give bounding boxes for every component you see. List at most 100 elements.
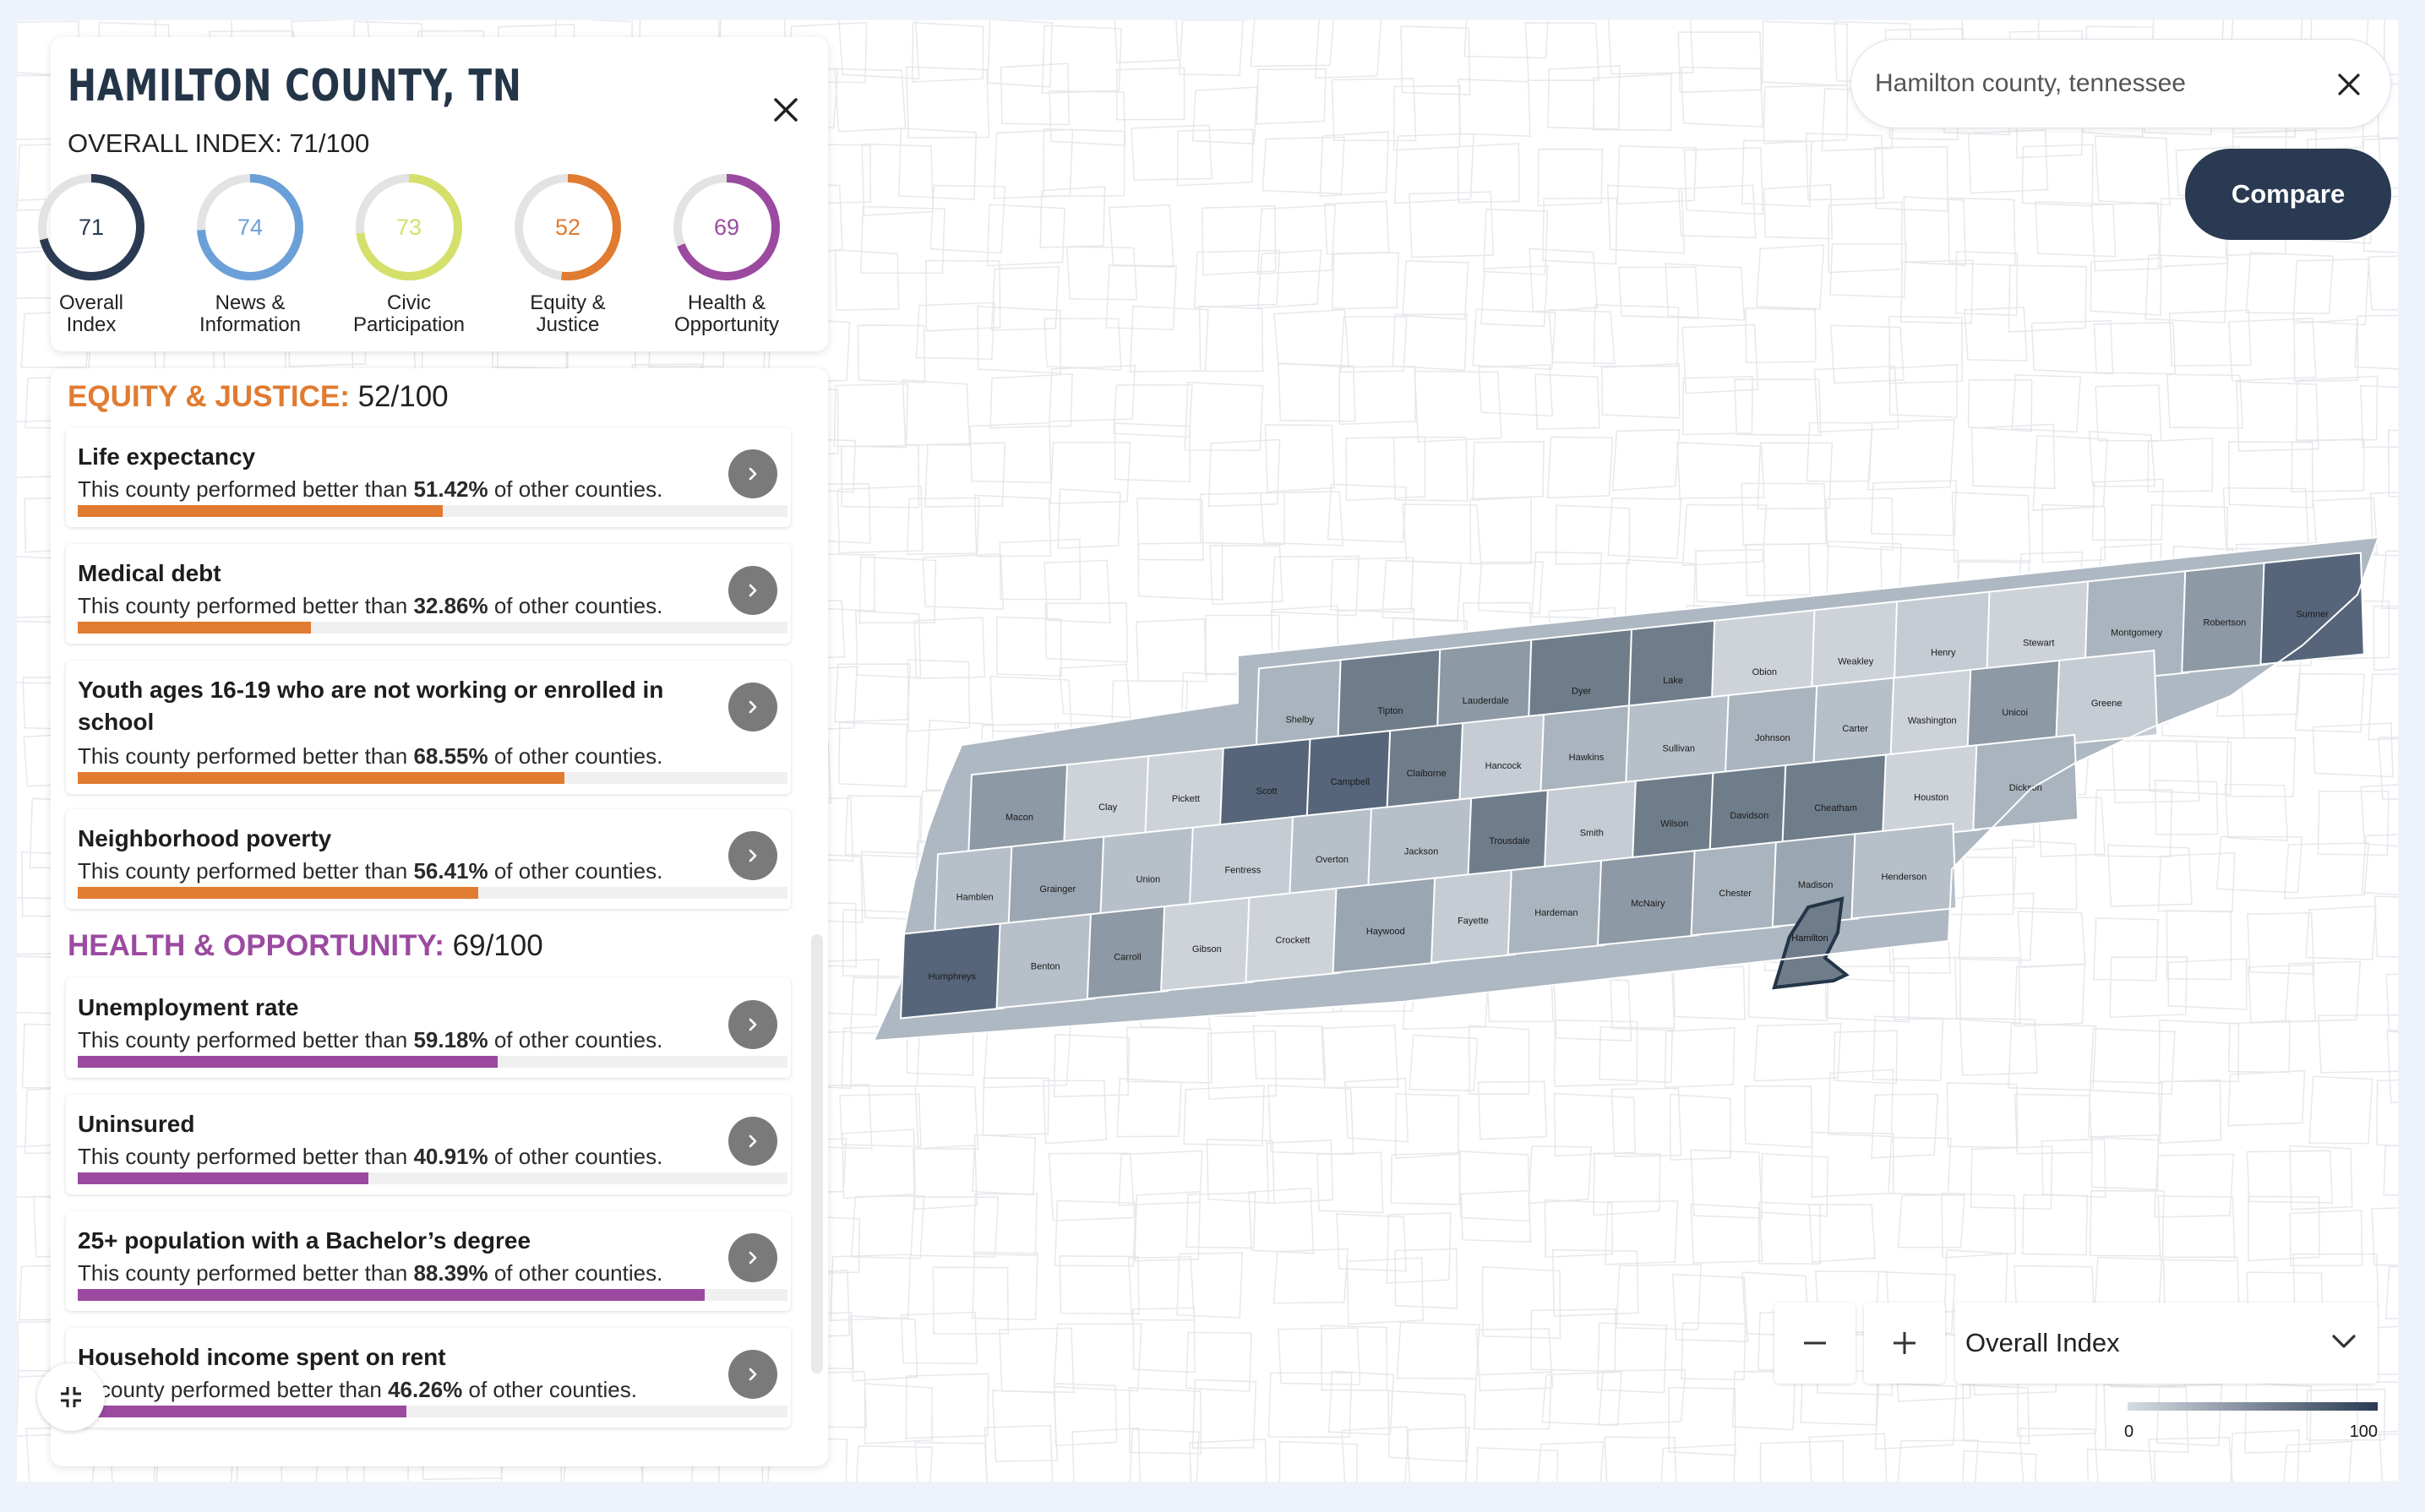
- county-label: Benton: [1031, 962, 1060, 972]
- county-label: Davidson: [1730, 811, 1768, 821]
- gauge-3: 52 Equity & Justice: [488, 172, 648, 336]
- county-label: Tipton: [1377, 706, 1403, 716]
- metric-details-button[interactable]: [728, 566, 777, 615]
- section-heading: HEALTH & OPPORTUNITY: 69/100: [68, 929, 543, 963]
- chevron-right-icon: [749, 1018, 757, 1031]
- chevron-right-icon: [749, 1368, 757, 1381]
- county-shape[interactable]: [2259, 552, 2365, 666]
- metric-details-button[interactable]: [728, 1233, 777, 1282]
- metric-description: is county performed better than 46.26% o…: [78, 1377, 637, 1403]
- metric-card[interactable]: Life expectancy This county performed bet…: [66, 427, 791, 527]
- county-label: Carter: [1842, 724, 1868, 734]
- metric-title: Unemployment rate: [78, 994, 299, 1020]
- gauge-2: 73 Civic Participation: [329, 172, 489, 336]
- map-metric-select[interactable]: Overall Index: [1955, 1303, 2378, 1384]
- metric-bar-track: [78, 505, 787, 517]
- clear-search-button[interactable]: [2324, 60, 2373, 109]
- county-label: Crockett: [1276, 936, 1311, 946]
- chevron-right-icon: [749, 700, 757, 714]
- county-label: Grainger: [1039, 884, 1076, 895]
- metric-desc-prefix: is county performed better than: [78, 1377, 389, 1402]
- metric-details-button[interactable]: [728, 1000, 777, 1049]
- county-label: Robertson: [2203, 617, 2246, 628]
- metric-details-button[interactable]: [728, 449, 777, 498]
- metric-details-button[interactable]: [728, 831, 777, 880]
- metric-desc-suffix: of other counties.: [462, 1377, 637, 1402]
- metric-title: Uninsured: [78, 1111, 195, 1137]
- county-label: Fentress: [1224, 866, 1261, 876]
- county-label: Dyer: [1572, 687, 1592, 697]
- metric-desc-suffix: of other counties.: [488, 1144, 663, 1169]
- county-label: Cheatham: [1814, 803, 1857, 813]
- close-icon: [2338, 73, 2360, 95]
- scrollbar[interactable]: [811, 934, 823, 1373]
- county-label-hamilton: Hamilton: [1791, 933, 1828, 944]
- county-shape[interactable]: [1850, 823, 1958, 920]
- metric-card[interactable]: Household income spent on rent is county …: [66, 1328, 791, 1428]
- legend-gradient: [2128, 1402, 2378, 1411]
- metric-desc-suffix: of other counties.: [488, 1260, 663, 1286]
- section-category: EQUITY & JUSTICE:: [68, 380, 350, 413]
- metric-bar-track: [78, 1056, 787, 1068]
- metric-percent: 51.42%: [413, 476, 488, 502]
- county-label: Hancock: [1485, 761, 1522, 771]
- metric-description: This county performed better than 51.42%…: [78, 476, 662, 503]
- collapse-panel-button[interactable]: [37, 1363, 105, 1431]
- metric-bar-track: [78, 772, 787, 784]
- metric-title: Household income spent on rent: [78, 1344, 446, 1370]
- county-label: Humphreys: [929, 971, 977, 982]
- metric-card[interactable]: Unemployment rate This county performed b…: [66, 978, 791, 1078]
- county-label: Macon: [1005, 813, 1033, 823]
- metric-percent: 56.41%: [413, 858, 488, 884]
- metric-desc-suffix: of other counties.: [488, 1027, 663, 1052]
- metric-bar-fill: [78, 622, 311, 634]
- metrics-detail-panel[interactable]: EQUITY & JUSTICE: 52/100 Life expectancy T…: [51, 368, 828, 1466]
- gauge-label-line2: Information: [199, 313, 302, 336]
- metric-desc-suffix: of other counties.: [488, 858, 663, 884]
- gauge-label: Health & Opportunity: [646, 292, 807, 336]
- metric-card[interactable]: 25+ population with a Bachelor’s degree T…: [66, 1211, 791, 1311]
- county-label: Overton: [1316, 855, 1349, 865]
- metric-card[interactable]: Neighborhood poverty This county performe…: [66, 809, 791, 909]
- county-label: Clay: [1098, 802, 1118, 813]
- county-label: Lauderdale: [1463, 696, 1509, 706]
- metric-desc-suffix: of other counties.: [488, 743, 663, 769]
- overall-index-text: OVERALL INDEX: 71/100: [68, 128, 370, 158]
- metric-desc-prefix: This county performed better than: [78, 743, 414, 769]
- county-shape[interactable]: [1332, 877, 1440, 974]
- metric-card[interactable]: Medical debt This county performed better…: [66, 544, 791, 644]
- metric-title: Neighborhood poverty: [78, 825, 332, 851]
- metric-bar-fill: [78, 1056, 498, 1068]
- metric-bar-track: [78, 1289, 787, 1301]
- legend-min: 0: [2124, 1422, 2134, 1441]
- gauge-label-line1: Overall: [58, 291, 124, 314]
- county-label: Hawkins: [1569, 753, 1605, 763]
- search-input[interactable]: [1875, 57, 2314, 111]
- metric-description: This county performed better than 40.91%…: [78, 1144, 662, 1170]
- metric-description: This county performed better than 59.18%…: [78, 1027, 662, 1053]
- metric-details-button[interactable]: [728, 1117, 777, 1166]
- metric-title: Youth ages 16-19 who are not working or …: [78, 677, 664, 735]
- county-label: Henderson: [1881, 872, 1926, 882]
- county-label: Wilson: [1660, 819, 1688, 829]
- gauge-label-line1: Equity &: [530, 291, 606, 314]
- county-label: Johnson: [1755, 733, 1790, 743]
- gauge-label-line1: Health &: [687, 291, 766, 314]
- metric-card[interactable]: Uninsured This county performed better th…: [66, 1095, 791, 1194]
- county-shape[interactable]: [1972, 733, 2079, 831]
- county-search-box[interactable]: [1850, 39, 2391, 128]
- county-label: Scott: [1256, 786, 1278, 797]
- metric-details-button[interactable]: [728, 1350, 777, 1399]
- zoom-out-button[interactable]: [1774, 1303, 1856, 1384]
- metric-description: This county performed better than 56.41%…: [78, 858, 662, 884]
- metric-details-button[interactable]: [728, 683, 777, 732]
- county-label: Unicoi: [2002, 708, 2028, 718]
- gauge-value: 73: [395, 214, 422, 240]
- zoom-in-button[interactable]: [1864, 1303, 1945, 1384]
- gauge-4: 69 Health & Opportunity: [646, 172, 807, 336]
- metric-desc-prefix: This county performed better than: [78, 476, 414, 502]
- metric-card[interactable]: Youth ages 16-19 who are not working or …: [66, 661, 791, 794]
- close-card-button[interactable]: [760, 84, 811, 135]
- compare-button[interactable]: Compare: [2185, 149, 2391, 240]
- gauge-label: Civic Participation: [329, 292, 489, 336]
